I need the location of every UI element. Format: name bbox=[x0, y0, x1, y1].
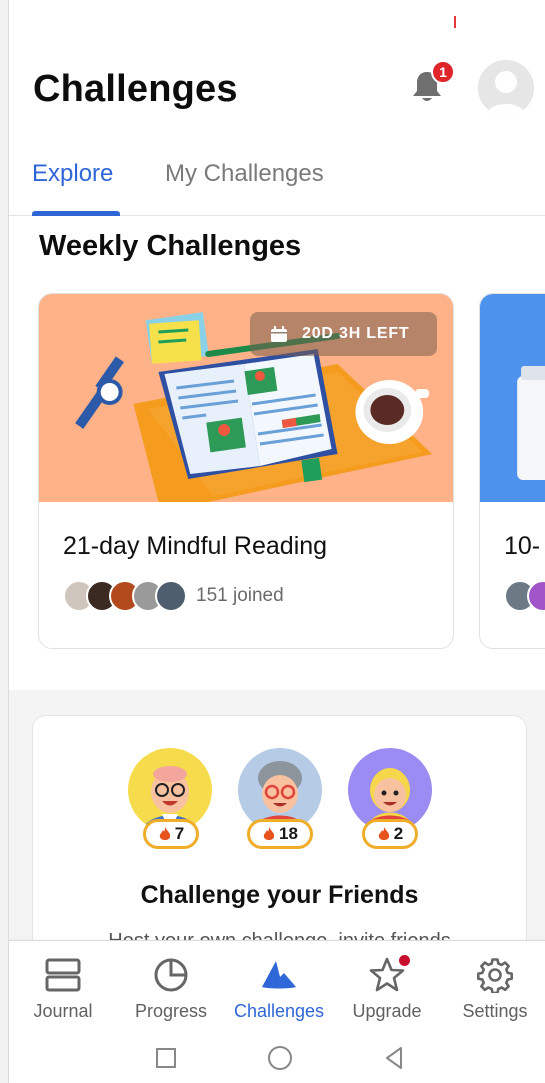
nav-upgrade[interactable]: Upgrade bbox=[333, 953, 441, 1022]
water-bottle-illustration bbox=[480, 294, 545, 502]
challenge-card[interactable]: 10- bbox=[479, 293, 545, 649]
streak-count: 7 bbox=[174, 824, 185, 843]
streak-badge: 2 bbox=[362, 819, 418, 849]
window-edge bbox=[0, 0, 9, 1083]
nav-label: Journal bbox=[33, 1001, 93, 1021]
challenges-icon bbox=[262, 961, 296, 989]
challenge-friends-card[interactable]: 7 18 2 Challenge your Friends Host your … bbox=[32, 715, 527, 975]
fire-icon bbox=[263, 827, 275, 840]
fire-icon bbox=[378, 827, 389, 840]
page-title: Challenges bbox=[33, 68, 238, 110]
fire-icon bbox=[159, 827, 170, 840]
active-tab-indicator bbox=[32, 211, 120, 216]
weekly-challenges-heading: Weekly Challenges bbox=[39, 230, 302, 262]
notification-badge: 1 bbox=[431, 60, 455, 84]
nav-label: Upgrade bbox=[352, 1001, 422, 1021]
nav-label: Progress bbox=[134, 1001, 208, 1021]
nav-settings[interactable]: Settings bbox=[441, 953, 545, 1022]
back-button[interactable] bbox=[381, 1045, 407, 1071]
journal-icon bbox=[45, 958, 81, 992]
gear-icon bbox=[477, 958, 513, 993]
tab-my-challenges[interactable]: My Challenges bbox=[165, 160, 324, 188]
challenge-title: 21-day Mindful Reading bbox=[63, 532, 328, 560]
nav-label: Settings bbox=[462, 1001, 528, 1021]
nav-progress[interactable]: Progress bbox=[117, 953, 225, 1022]
joined-count: 151 joined bbox=[196, 585, 284, 606]
challenge-friends-title: Challenge your Friends bbox=[140, 881, 419, 909]
participants-row: 151 joined bbox=[63, 579, 284, 613]
challenge-card[interactable]: 20D 3H LEFT 21-day Mindful Reading 151 j… bbox=[38, 293, 454, 649]
streak-count: 18 bbox=[279, 824, 298, 843]
nav-journal[interactable]: Journal bbox=[9, 953, 117, 1022]
time-left-badge: 20D 3H LEFT bbox=[250, 312, 437, 356]
streak-badge: 7 bbox=[143, 819, 199, 849]
progress-icon bbox=[154, 958, 188, 992]
status-indicator bbox=[454, 16, 456, 28]
home-button[interactable] bbox=[267, 1045, 293, 1071]
calendar-icon bbox=[271, 326, 287, 342]
tab-bar: Explore My Challenges bbox=[9, 150, 545, 216]
participant-avatar bbox=[155, 580, 187, 612]
challenge-title: 10- bbox=[504, 532, 541, 560]
time-left-text: 20D 3H LEFT bbox=[302, 325, 410, 342]
nav-label: Challenges bbox=[233, 1001, 325, 1021]
nav-challenges[interactable]: Challenges bbox=[225, 953, 333, 1022]
upgrade-dot bbox=[399, 955, 410, 966]
recent-apps-button[interactable] bbox=[153, 1045, 179, 1071]
participants-row bbox=[504, 579, 545, 613]
tab-explore[interactable]: Explore bbox=[32, 160, 113, 188]
bottom-navigation: Journal Progress Challenges Upgrade Sett… bbox=[9, 940, 545, 1083]
avatar[interactable] bbox=[478, 60, 534, 116]
streak-count: 2 bbox=[393, 824, 404, 843]
streak-badge: 18 bbox=[247, 819, 313, 849]
